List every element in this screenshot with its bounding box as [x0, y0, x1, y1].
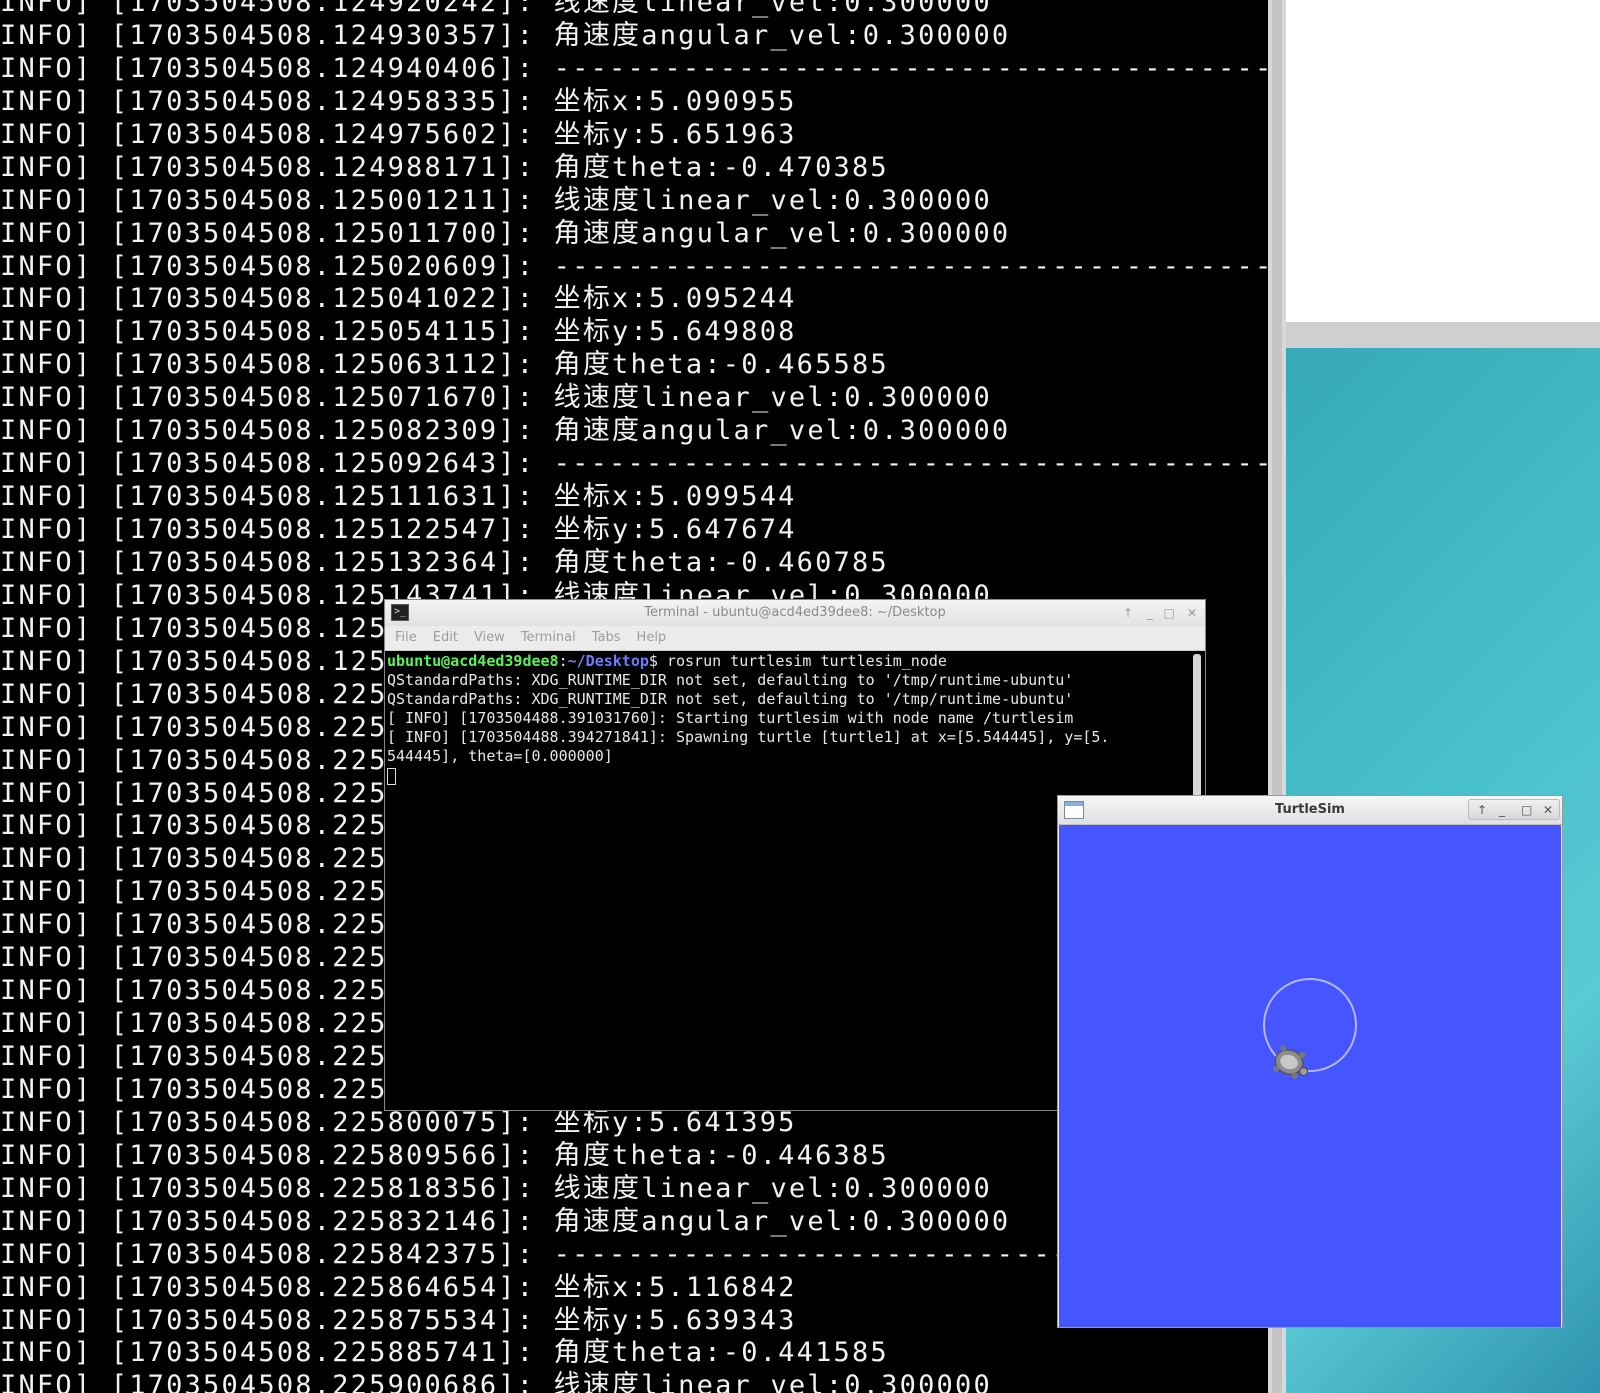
log-line: INFO] [1703504508.125132364]: 角度theta:-0…: [0, 546, 889, 578]
log-line: INFO] [1703504508.124930357]: 角速度angular…: [0, 19, 1011, 51]
background-window[interactable]: [1286, 0, 1600, 322]
maximize-button[interactable]: □: [1164, 600, 1175, 626]
menu-file[interactable]: File: [395, 626, 417, 650]
command-line: ubuntu@acd4ed39dee8:~/Desktop$ rosrun tu…: [387, 652, 1189, 671]
log-line: INFO] [1703504508.125111631]: 坐标x:5.0995…: [0, 481, 797, 513]
log-line: INFO] [1703504508.125063112]: 角度theta:-0…: [0, 349, 889, 381]
turtlesim-canvas[interactable]: [1059, 825, 1561, 1327]
prompt-user: ubuntu@acd4ed39dee8: [387, 652, 559, 670]
log-line: INFO] [1703504508.125071670]: 线速度linear_…: [0, 382, 992, 414]
log-line: INFO] [1703504508.125054115]: 坐标y:5.6498…: [0, 316, 797, 348]
log-line: INFO] [1703504508.125020609]: ----------…: [0, 250, 1268, 282]
menu-view[interactable]: View: [474, 626, 505, 650]
log-line: INFO] [1703504508.125122547]: 坐标y:5.6476…: [0, 514, 797, 545]
output-line: [ INFO] [1703504488.391031760]: Starting…: [387, 709, 1074, 727]
turtlesim-titlebar[interactable]: TurtleSim ↑ _ □ ✕: [1058, 796, 1562, 825]
prompt-colon: :: [558, 652, 568, 670]
log-line: INFO] [1703504508.225885741]: 角度theta:-0…: [0, 1337, 889, 1369]
log-line: INFO] [1703504508.125011700]: 角速度angular…: [0, 217, 1011, 249]
minimize-button[interactable]: _: [1499, 800, 1505, 820]
output-line: QStandardPaths: XDG_RUNTIME_DIR not set,…: [387, 671, 1074, 689]
minimize-button[interactable]: _: [1147, 600, 1153, 626]
close-button[interactable]: ✕: [1187, 600, 1197, 626]
text-cursor: [387, 768, 396, 785]
menu-help[interactable]: Help: [637, 626, 667, 650]
output-line: QStandardPaths: XDG_RUNTIME_DIR not set,…: [387, 690, 1074, 708]
turtle-drawing: [1263, 978, 1357, 1079]
turtle-icon: [1272, 1045, 1309, 1079]
arrow-up-icon[interactable]: ↑: [1123, 600, 1133, 626]
prompt-symbol: $: [648, 652, 658, 670]
log-line: INFO] [1703504508.225900686]: 线速度linear_…: [0, 1370, 992, 1393]
output-line: 544445], theta=[0.000000]: [387, 747, 613, 765]
menu-terminal[interactable]: Terminal: [521, 626, 576, 650]
terminal-menubar: File Edit View Terminal Tabs Help: [385, 626, 1205, 651]
log-line: INFO] [1703504508.125082309]: 角速度angular…: [0, 415, 1011, 447]
log-line: INFO] [1703504508.124940406]: ----------…: [0, 52, 1268, 84]
maximize-button[interactable]: □: [1521, 800, 1532, 820]
output-line: [ INFO] [1703504488.394271841]: Spawning…: [387, 728, 1110, 746]
arrow-up-icon[interactable]: ↑: [1477, 800, 1487, 820]
menu-edit[interactable]: Edit: [433, 626, 458, 650]
log-line: INFO] [1703504508.125092643]: ----------…: [0, 448, 1268, 480]
log-line: INFO] [1703504508.125001211]: 线速度linear_…: [0, 184, 992, 216]
background-window-border: [1286, 322, 1600, 348]
close-button[interactable]: ✕: [1543, 800, 1553, 820]
log-line: INFO] [1703504508.124975602]: 坐标y:5.6519…: [0, 118, 797, 150]
log-line: INFO] [1703504508.124988171]: 角度theta:-0…: [0, 151, 889, 183]
command-text: rosrun turtlesim turtlesim_node: [657, 652, 947, 670]
turtlesim-window[interactable]: TurtleSim ↑ _ □ ✕: [1057, 795, 1563, 1328]
log-line: INFO] [1703504508.124958335]: 坐标x:5.0909…: [0, 85, 797, 117]
window-controls: ↑ _ □ ✕: [1468, 799, 1560, 820]
prompt-path: ~/Desktop: [567, 652, 649, 670]
menu-tabs[interactable]: Tabs: [592, 626, 621, 650]
log-line: INFO] [1703504508.124920242]: 线速度linear_…: [0, 0, 992, 18]
terminal-titlebar[interactable]: >_ Terminal - ubuntu@acd4ed39dee8: ~/Des…: [385, 600, 1205, 627]
log-line: INFO] [1703504508.125041022]: 坐标x:5.0952…: [0, 283, 797, 315]
terminal-title: Terminal - ubuntu@acd4ed39dee8: ~/Deskto…: [644, 605, 946, 620]
